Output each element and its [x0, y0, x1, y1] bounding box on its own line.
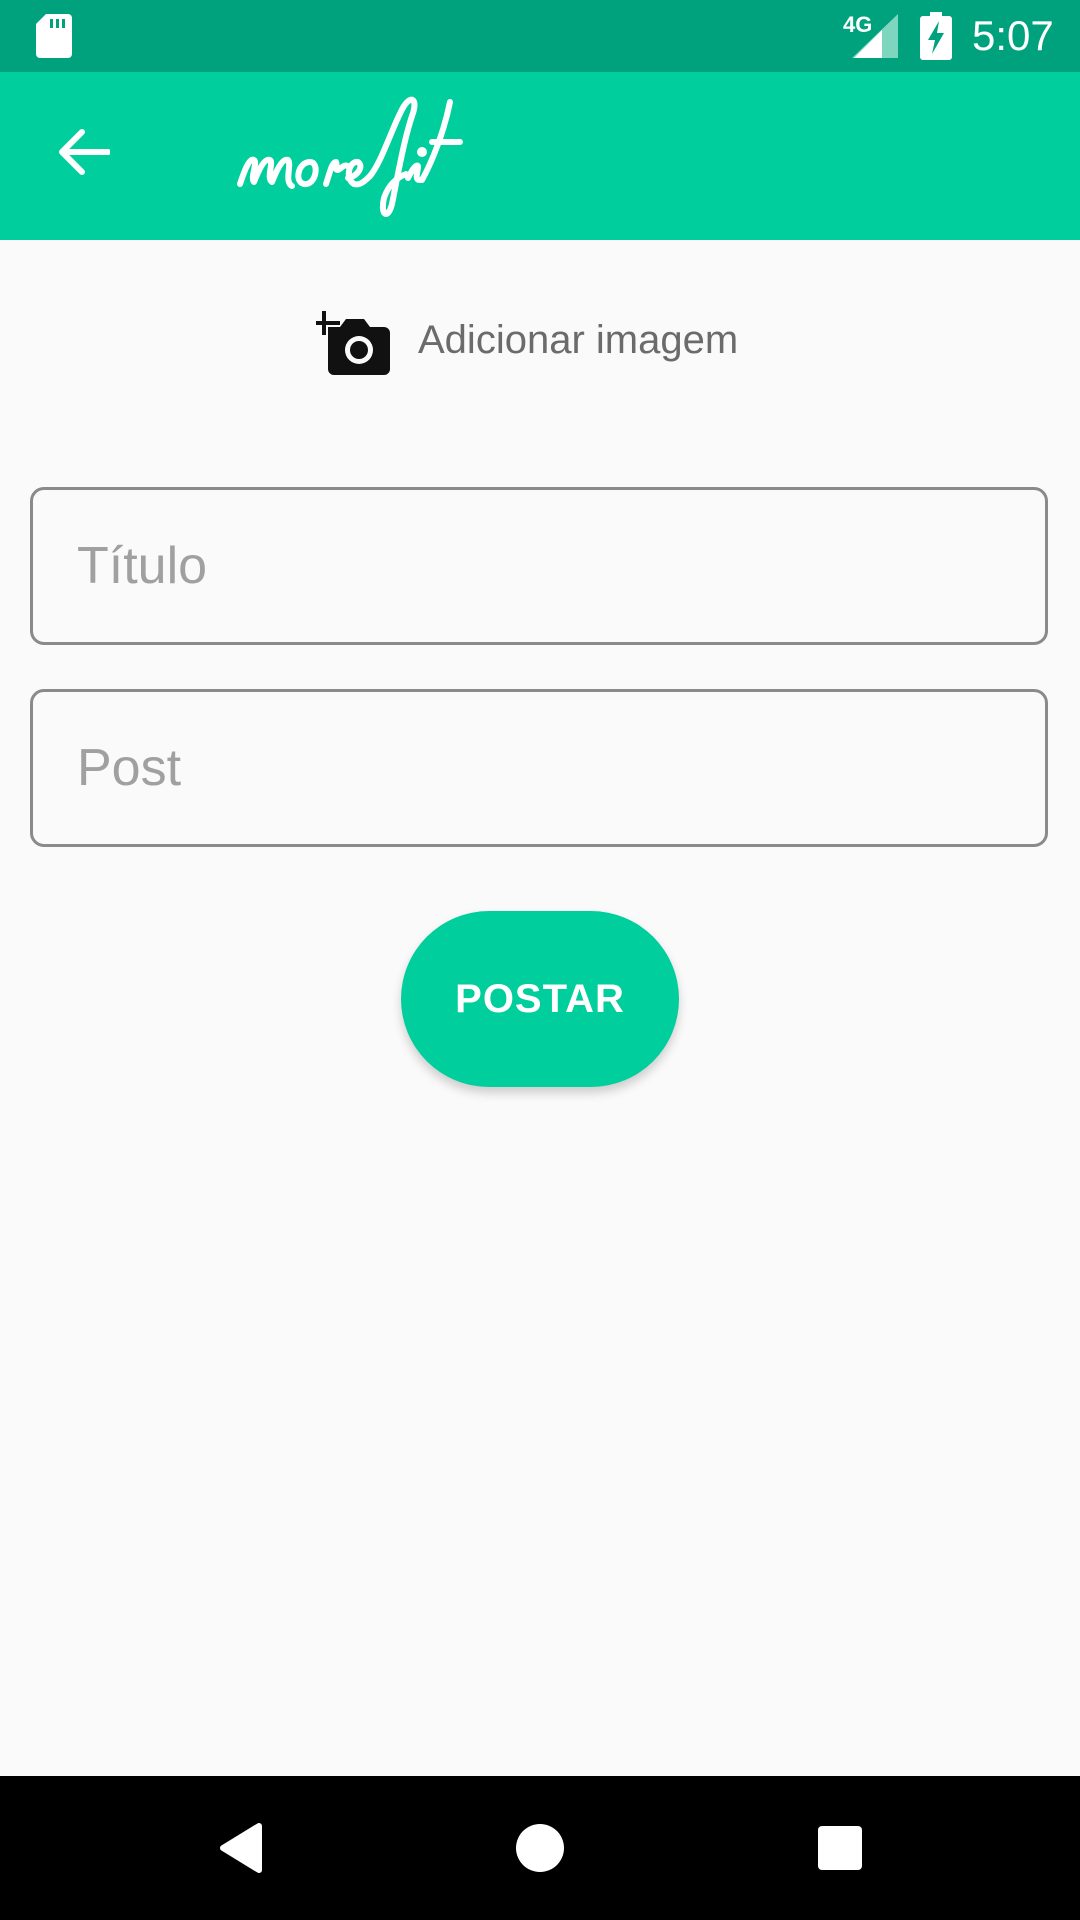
- battery-charging-icon: [920, 12, 952, 60]
- add-camera-icon: [316, 311, 390, 375]
- nav-home-button[interactable]: [490, 1798, 590, 1898]
- status-clock: 5:07: [972, 12, 1054, 59]
- status-bar: 4G 5:07: [0, 0, 1080, 72]
- home-circle-icon: [516, 1824, 564, 1872]
- nav-recents-button[interactable]: [790, 1798, 890, 1898]
- arrow-left-icon: [59, 129, 110, 175]
- app-logo: [237, 96, 463, 217]
- post-field: [30, 689, 1048, 847]
- system-nav-bar: [0, 1776, 1080, 1920]
- sd-card-icon: [36, 14, 72, 58]
- add-image-label: Adicionar imagem: [418, 317, 739, 362]
- signal-icon: [852, 14, 898, 58]
- nav-back-button[interactable]: [190, 1798, 290, 1898]
- app-bar: [0, 72, 1080, 240]
- recents-square-icon: [818, 1826, 862, 1870]
- add-image-button[interactable]: Adicionar imagem: [316, 300, 738, 380]
- title-input[interactable]: [33, 490, 1045, 642]
- back-triangle-icon: [220, 1823, 262, 1873]
- title-field: [30, 487, 1048, 645]
- post-input[interactable]: [33, 692, 1045, 844]
- back-button[interactable]: [44, 112, 124, 192]
- post-button[interactable]: POSTAR: [401, 911, 679, 1087]
